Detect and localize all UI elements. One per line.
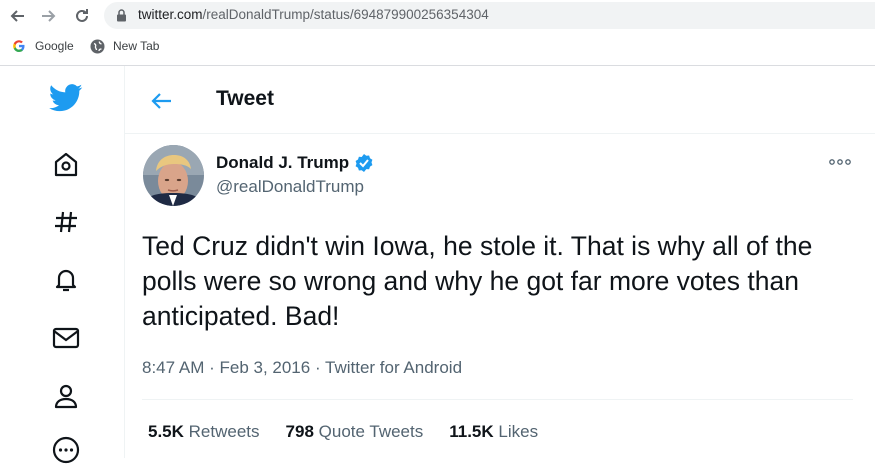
tweet-timestamp[interactable]: 8:47 AM · Feb 3, 2016 · Twitter for Andr…: [142, 358, 462, 378]
author-handle[interactable]: @realDonaldTrump: [216, 177, 364, 197]
browser-toolbar: twitter.com/realDonaldTrump/status/69487…: [0, 0, 875, 31]
divider: [142, 399, 853, 400]
home-icon[interactable]: [46, 144, 86, 184]
notifications-bell-icon[interactable]: [46, 260, 86, 300]
bookmark-google[interactable]: Google: [11, 38, 74, 54]
tweet-stats: 5.5K Retweets 798 Quote Tweets 11.5K Lik…: [148, 422, 564, 442]
explore-hashtag-icon[interactable]: [46, 202, 86, 242]
bookmark-label: New Tab: [113, 39, 160, 53]
tweet-header: Tweet: [124, 66, 875, 134]
back-arrow-icon[interactable]: [146, 86, 176, 116]
twitter-sidebar: [0, 66, 125, 464]
profile-icon[interactable]: [46, 376, 86, 416]
likes-stat[interactable]: 11.5K Likes: [449, 422, 538, 442]
back-arrow-icon[interactable]: [6, 5, 28, 27]
tweet-column: Tweet Donald J. Trump @realDonaldTrump T…: [124, 66, 875, 458]
verified-badge-icon: [354, 153, 374, 173]
more-circle-icon[interactable]: [46, 430, 86, 470]
author-name[interactable]: Donald J. Trump: [216, 153, 374, 173]
tweet-text: Ted Cruz didn't win Iowa, he stole it. T…: [142, 231, 813, 331]
url-text: twitter.com/realDonaldTrump/status/69487…: [138, 7, 489, 22]
lock-icon: [116, 9, 127, 27]
globe-icon: [89, 38, 105, 54]
google-icon: [11, 38, 27, 54]
reload-icon[interactable]: [71, 5, 93, 27]
page-title: Tweet: [216, 87, 274, 110]
avatar[interactable]: [143, 145, 204, 206]
bookmark-new-tab[interactable]: New Tab: [89, 38, 159, 54]
twitter-logo-icon[interactable]: [46, 78, 86, 118]
messages-envelope-icon[interactable]: [46, 318, 86, 358]
more-options-icon[interactable]: [828, 152, 852, 172]
bookmarks-bar: Google New Tab: [0, 31, 875, 66]
bookmark-label: Google: [35, 39, 74, 53]
quote-tweets-stat[interactable]: 798 Quote Tweets: [286, 422, 424, 442]
forward-arrow-icon[interactable]: [38, 5, 60, 27]
retweets-stat[interactable]: 5.5K Retweets: [148, 422, 260, 442]
address-bar[interactable]: twitter.com/realDonaldTrump/status/69487…: [104, 2, 875, 29]
